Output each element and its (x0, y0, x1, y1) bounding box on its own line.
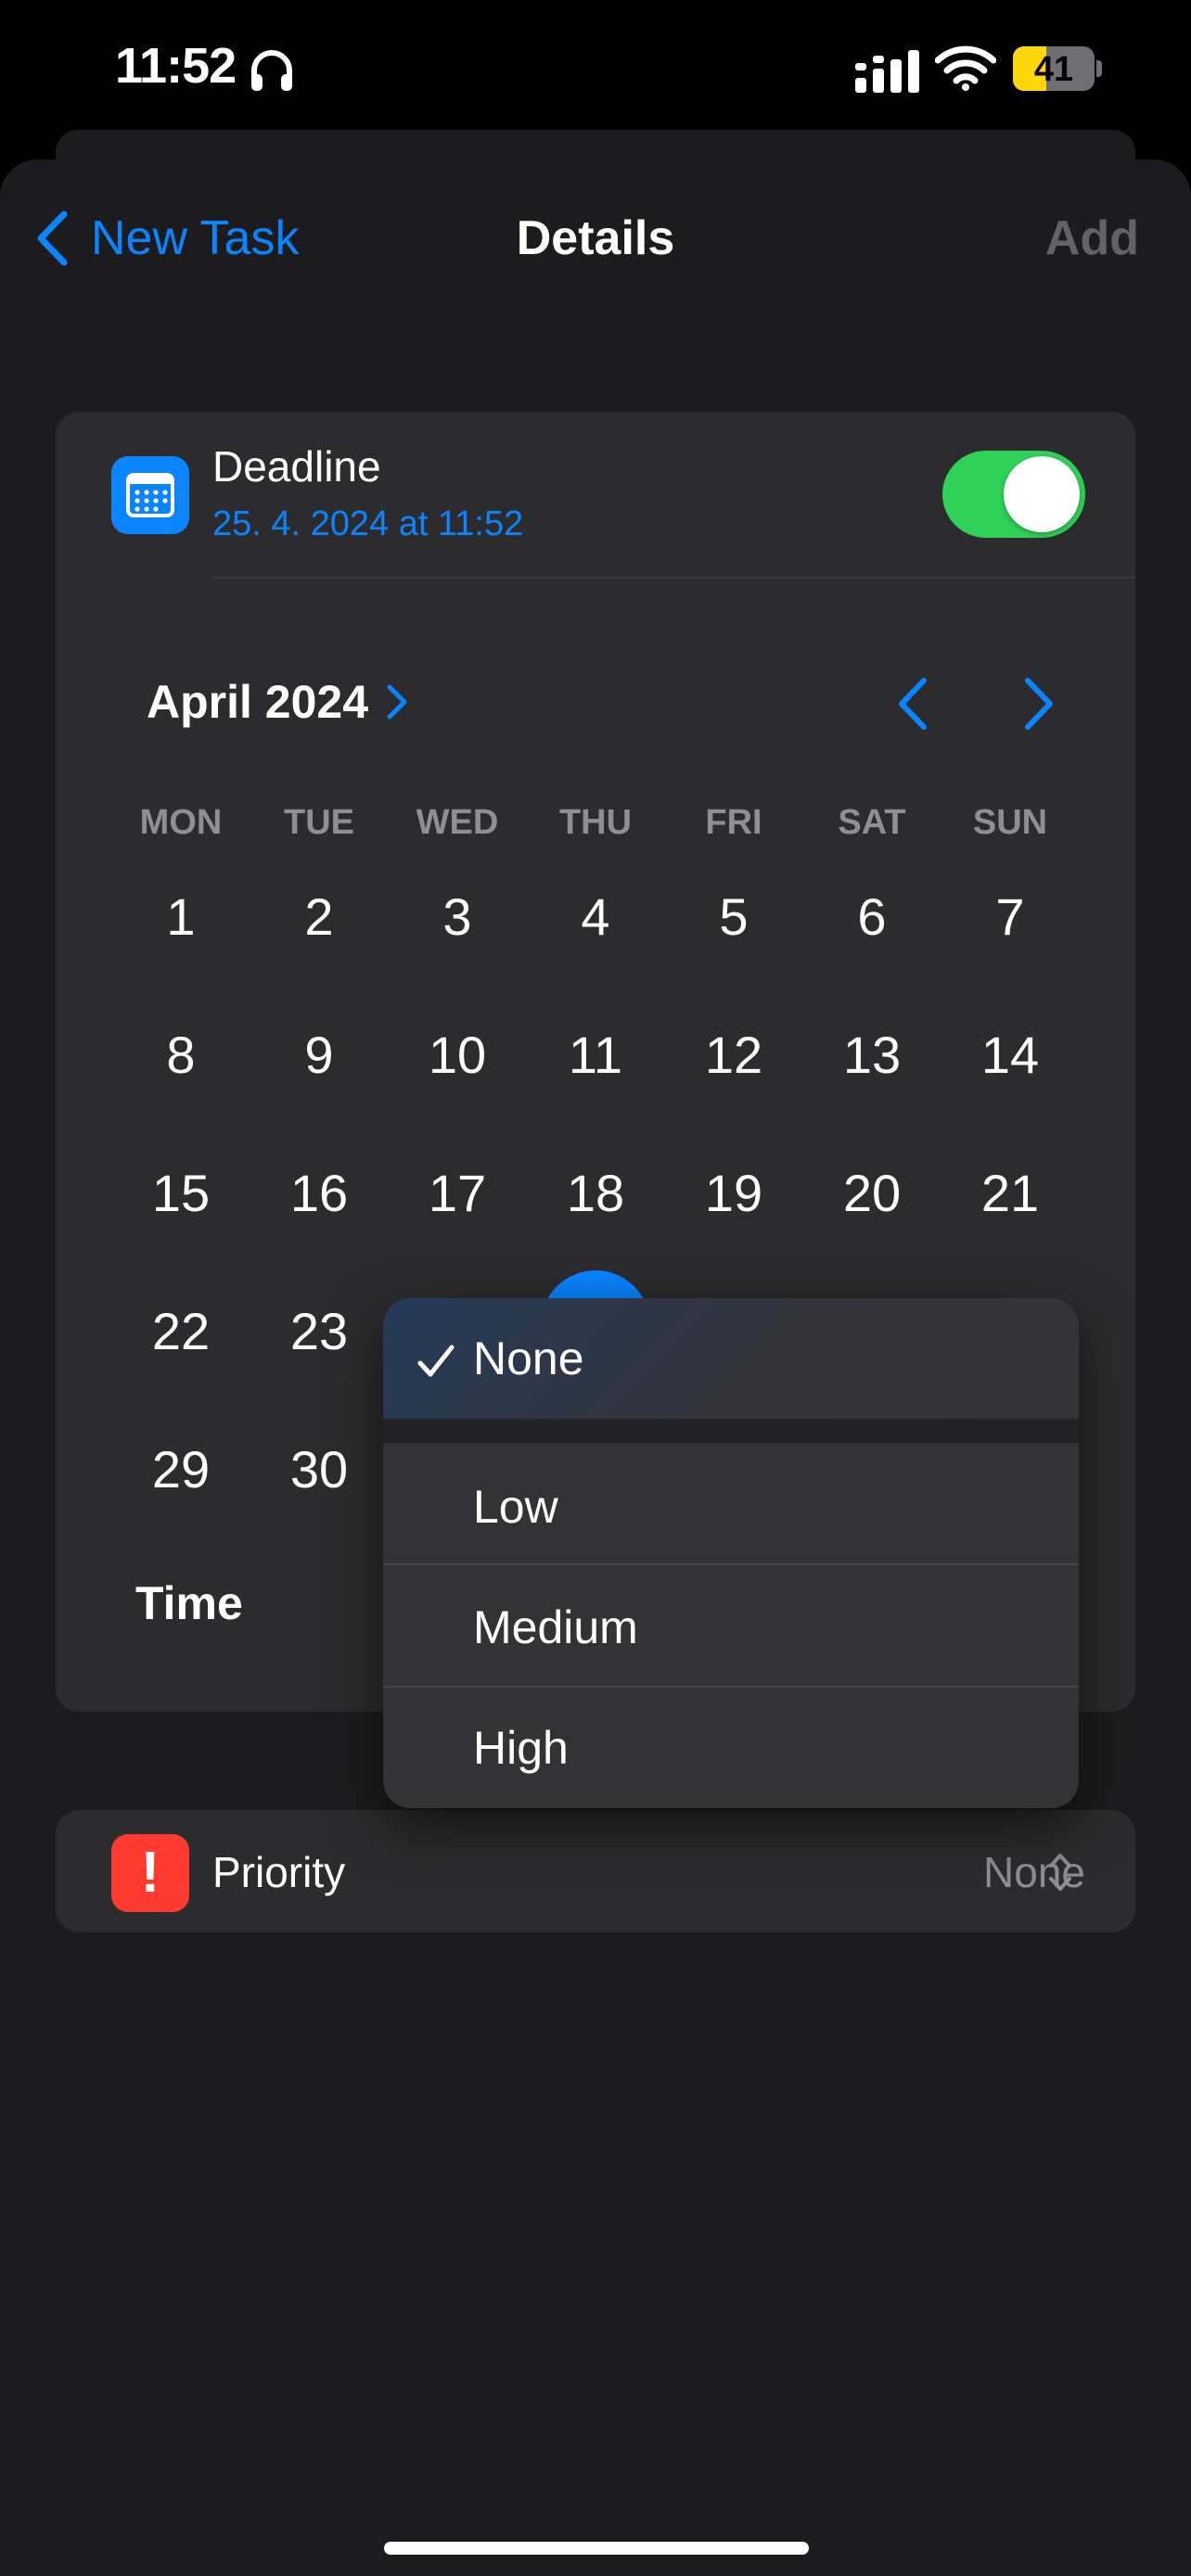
battery-indicator: 41 (1013, 46, 1104, 91)
calendar-day[interactable]: 10 (388, 1023, 527, 1088)
weekday-header: FRI (705, 803, 762, 842)
calendar-day[interactable]: 22 (111, 1299, 250, 1364)
calendar-day[interactable]: 5 (664, 885, 803, 950)
priority-menu: None Low Medium High (383, 1298, 1079, 1808)
toggle-knob (1004, 456, 1080, 532)
menu-item-none[interactable]: None (383, 1298, 1079, 1419)
menu-item-label: Low (473, 1481, 558, 1533)
calendar-day[interactable]: 13 (802, 1023, 941, 1088)
weekday-header: WED (416, 803, 499, 842)
calendar-day[interactable]: 8 (111, 1023, 250, 1088)
exclamation-icon: ! (111, 1834, 189, 1912)
calendar-day[interactable]: 15 (111, 1161, 250, 1226)
chevron-up-down-icon (1049, 1854, 1071, 1891)
chevron-right-icon (387, 684, 407, 720)
checkmark-icon (417, 1345, 455, 1377)
calendar-day[interactable]: 29 (111, 1437, 250, 1502)
time-label: Time (135, 1577, 243, 1629)
calendar-day[interactable]: 2 (250, 885, 389, 950)
calendar-day[interactable]: 21 (941, 1161, 1080, 1226)
battery-percent: 41 (1033, 50, 1074, 89)
calendar-day[interactable]: 19 (664, 1161, 803, 1226)
calendar-day[interactable]: 14 (941, 1023, 1080, 1088)
home-indicator[interactable] (384, 2542, 809, 2555)
calendar-day[interactable]: 16 (250, 1161, 389, 1226)
deadline-label: Deadline (212, 442, 381, 491)
calendar-day[interactable]: 12 (664, 1023, 803, 1088)
menu-item-label: High (473, 1722, 569, 1774)
calendar-day[interactable]: 6 (802, 885, 941, 950)
page-title: Details (516, 211, 675, 265)
next-month-button[interactable] (1018, 675, 1059, 733)
previous-month-button[interactable] (892, 675, 933, 733)
menu-item-label: None (473, 1333, 584, 1384)
calendar-day[interactable]: 4 (526, 885, 665, 950)
month-year-picker[interactable]: April 2024 (147, 675, 409, 729)
menu-item-label: Medium (473, 1601, 638, 1653)
headphones-icon (251, 50, 292, 91)
priority-label: Priority (212, 1848, 346, 1896)
calendar-day[interactable]: 30 (250, 1437, 389, 1502)
weekday-header: MON (139, 803, 223, 842)
calendar-day[interactable]: 9 (250, 1023, 389, 1088)
weekday-header: TUE (284, 803, 354, 842)
calendar-icon (111, 456, 189, 534)
weekday-header: SAT (838, 803, 906, 842)
menu-item-low[interactable]: Low (383, 1443, 1079, 1563)
menu-item-medium[interactable]: Medium (383, 1565, 1079, 1686)
weekday-header: SUN (972, 803, 1048, 842)
calendar-day[interactable]: 23 (250, 1299, 389, 1364)
calendar-day[interactable]: 18 (526, 1161, 665, 1226)
deadline-toggle[interactable] (942, 451, 1085, 538)
wifi-icon (935, 45, 996, 91)
calendar-day[interactable]: 3 (388, 885, 527, 950)
calendar-day[interactable]: 11 (526, 1023, 665, 1088)
calendar-day[interactable]: 20 (802, 1161, 941, 1226)
month-label: April 2024 (147, 676, 369, 728)
divider (212, 577, 1135, 579)
add-button[interactable]: Add (1045, 206, 1139, 271)
menu-item-high[interactable]: High (383, 1688, 1079, 1808)
status-time: 11:52 (115, 38, 237, 94)
calendar-day[interactable]: 17 (388, 1161, 527, 1226)
deadline-value[interactable]: 25. 4. 2024 at 11:52 (212, 504, 523, 544)
weekday-header: THU (558, 803, 633, 842)
calendar-day[interactable]: 7 (941, 885, 1080, 950)
calendar-day[interactable]: 1 (111, 885, 250, 950)
cellular-signal-icon (855, 50, 919, 93)
